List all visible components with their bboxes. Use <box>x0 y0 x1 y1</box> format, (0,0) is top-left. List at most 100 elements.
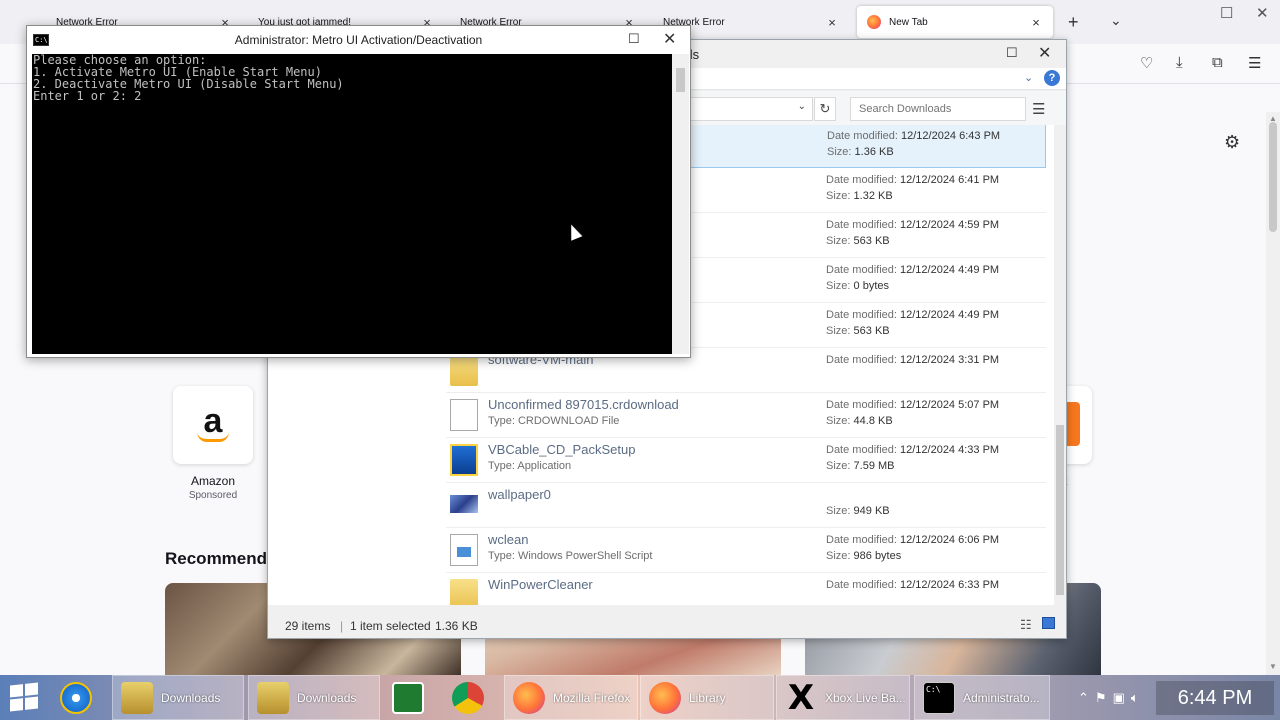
browser-tab-active[interactable]: New Tab × <box>857 6 1053 38</box>
date-label: Date modified: <box>826 309 897 321</box>
maximize-icon[interactable]: ☐ <box>1220 4 1233 22</box>
size-value: 986 bytes <box>853 550 902 562</box>
taskbar-button[interactable]: X Xbox Live Ba... <box>776 675 910 720</box>
size-value: 1.32 KB <box>853 190 893 202</box>
date-modified: Date modified: 12/12/2024 4:49 PM <box>826 309 999 321</box>
xbox-icon: X <box>787 677 815 718</box>
download-item[interactable]: Unconfirmed 897015.crdownload Type: CRDOW… <box>446 393 1046 438</box>
folder-icon <box>450 579 478 605</box>
taskbar-button[interactable]: Mozilla Firefox <box>504 675 638 720</box>
file-size: Size: 1.36 KB <box>827 146 894 158</box>
console-window: C:\ Administrator: Metro UI Activation/D… <box>26 25 691 358</box>
scrollbar-thumb[interactable] <box>676 68 685 92</box>
date-value: 12/12/2024 6:43 PM <box>901 130 1001 142</box>
console-title-bar[interactable]: C:\ Administrator: Metro UI Activation/D… <box>27 26 690 54</box>
date-label: Date modified: <box>826 264 897 276</box>
network-icon[interactable]: ▣ <box>1113 690 1125 706</box>
menu-icon[interactable]: ☰ <box>1032 100 1045 118</box>
taskbar-button[interactable]: Downloads <box>112 675 244 720</box>
selection-count: 1 item selected <box>350 619 431 633</box>
download-item[interactable]: VBCable_CD_PackSetup Type: Application Dat… <box>446 438 1046 483</box>
size-label: Size: <box>826 505 851 517</box>
image-file-icon <box>450 495 478 513</box>
extensions-icon[interactable]: ⧉ <box>1212 54 1223 71</box>
date-modified: Date modified: 12/12/2024 6:33 PM <box>826 579 999 591</box>
taskbar-button[interactable]: Downloads <box>248 675 380 720</box>
search-input[interactable] <box>850 97 1026 121</box>
console-output[interactable]: Please choose an option: 1. Activate Met… <box>32 54 672 354</box>
status-separator: | <box>340 619 344 633</box>
date-value: 12/12/2024 4:49 PM <box>900 309 1000 321</box>
recommended-heading: Recommende <box>165 549 277 568</box>
download-item[interactable]: wclean Type: Windows PowerShell Script Dat… <box>446 528 1046 573</box>
download-item[interactable]: WinPowerCleaner Date modified: 12/12/2024… <box>446 573 1046 605</box>
date-label: Date modified: <box>826 174 897 186</box>
large-icons-view-icon[interactable] <box>1042 617 1055 629</box>
date-modified: Date modified: 12/12/2024 4:33 PM <box>826 444 999 456</box>
refresh-icon[interactable]: ↻ <box>814 97 836 121</box>
details-view-icon[interactable]: ☷ <box>1020 617 1032 633</box>
download-icon[interactable]: ⤓ <box>1176 54 1183 71</box>
console-scrollbar[interactable] <box>672 54 689 354</box>
scroll-down-icon[interactable]: ▼ <box>1269 662 1277 671</box>
action-center-icon[interactable]: ⚑ <box>1095 690 1107 706</box>
maximize-icon[interactable]: ☐ <box>1006 45 1018 61</box>
taskbar-label: Downloads <box>161 690 221 705</box>
size-label: Size: <box>826 550 851 562</box>
tab-title: New Tab <box>889 16 928 28</box>
downloads-scrollbar[interactable] <box>1054 125 1066 605</box>
date-value: 12/12/2024 5:07 PM <box>900 399 1000 411</box>
date-value: 12/12/2024 4:33 PM <box>900 444 1000 456</box>
chevron-down-icon[interactable]: ⌄ <box>1024 71 1033 84</box>
close-icon[interactable]: ✕ <box>1256 4 1269 22</box>
scrollbar-thumb[interactable] <box>1056 425 1064 595</box>
date-label: Date modified: <box>826 534 897 546</box>
selection-size: 1.36 KB <box>435 619 478 633</box>
size-label: Size: <box>827 146 852 158</box>
file-size: Size: 7.59 MB <box>826 460 895 472</box>
help-icon[interactable]: ? <box>1044 70 1060 86</box>
close-icon[interactable]: ✕ <box>663 29 676 49</box>
size-label: Size: <box>826 190 851 202</box>
download-item[interactable]: wallpaper0 Size: 949 KB <box>446 483 1046 528</box>
taskbar-button[interactable]: C:\ Administrato... <box>914 675 1050 720</box>
close-tab-icon[interactable]: × <box>825 15 839 30</box>
size-value: 563 KB <box>853 235 890 247</box>
taskbar-button[interactable]: Library <box>640 675 774 720</box>
close-icon[interactable]: ✕ <box>1038 43 1051 63</box>
file-size: Size: 1.32 KB <box>826 190 893 202</box>
clock[interactable]: 6:44 PM <box>1156 681 1274 715</box>
show-hidden-icon[interactable]: ⌃ <box>1078 690 1089 706</box>
pocket-icon[interactable]: ♡ <box>1140 54 1153 72</box>
gear-icon[interactable]: ⚙ <box>1224 132 1240 153</box>
scrollbar-thumb[interactable] <box>1269 122 1277 232</box>
menu-icon[interactable]: ☰ <box>1248 54 1261 72</box>
taskbar-label: Library <box>689 690 726 705</box>
taskbar-label: Downloads <box>297 690 357 705</box>
shortcut-tile-amazon[interactable]: a <box>173 386 253 464</box>
file-name: Unconfirmed 897015.crdownload <box>488 397 679 412</box>
size-value: 7.59 MB <box>853 460 895 472</box>
volume-icon[interactable]: 🔈︎ <box>1131 690 1139 706</box>
firefox-icon <box>867 15 881 29</box>
date-label: Date modified: <box>826 444 897 456</box>
new-tab-button[interactable]: + <box>1068 12 1079 33</box>
taskbar-button[interactable] <box>444 675 502 720</box>
taskbar-button[interactable] <box>384 675 442 720</box>
size-value: 0 bytes <box>853 280 889 292</box>
taskbar-button[interactable] <box>52 675 110 720</box>
file-explorer-icon <box>121 681 153 714</box>
close-tab-icon[interactable]: × <box>1029 15 1043 30</box>
start-button[interactable] <box>10 682 38 712</box>
size-value: 563 KB <box>853 325 890 337</box>
file-type: Type: CRDOWNLOAD File <box>488 415 620 427</box>
amazon-smile-icon <box>197 432 229 442</box>
date-label: Date modified: <box>826 399 897 411</box>
maximize-icon[interactable]: ☐ <box>628 31 640 47</box>
taskbar-label: Administrato... <box>963 690 1040 705</box>
taskbar-label: Xbox Live Ba... <box>825 690 906 705</box>
list-all-tabs-icon[interactable]: ⌄ <box>1110 12 1122 29</box>
chevron-down-icon[interactable]: ⌄ <box>798 101 806 112</box>
page-scrollbar[interactable]: ▲ ▼ <box>1266 112 1280 675</box>
size-value: 44.8 KB <box>853 415 893 427</box>
